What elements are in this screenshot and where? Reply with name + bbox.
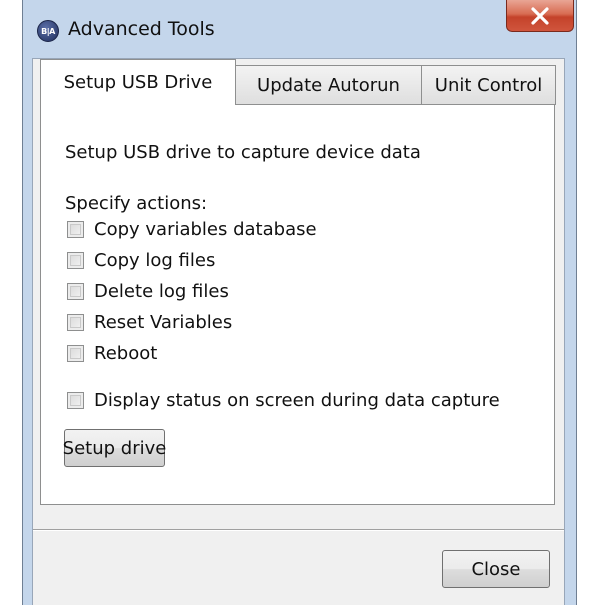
tab-label: Update Autorun xyxy=(257,75,400,96)
checkbox-box[interactable] xyxy=(67,282,84,300)
checkbox-label: Delete log files xyxy=(94,280,229,302)
checkbox-box[interactable] xyxy=(67,344,84,362)
checkbox-label: Reboot xyxy=(94,342,158,364)
checkbox-box[interactable] xyxy=(67,391,84,409)
panel-description: Setup USB drive to capture device data xyxy=(65,142,421,163)
advanced-tools-window: B|A Advanced Tools Setup USB Drive Updat… xyxy=(22,0,577,605)
close-button[interactable]: Close xyxy=(442,550,550,588)
dialog-client-area: Setup USB Drive Update Autorun Unit Cont… xyxy=(32,58,565,605)
close-icon xyxy=(531,6,549,25)
checkbox-box[interactable] xyxy=(67,313,84,331)
tab-unit-control[interactable]: Unit Control xyxy=(421,65,556,105)
checkbox-label: Copy variables database xyxy=(94,218,317,240)
checkbox-box[interactable] xyxy=(67,251,84,269)
checkbox-label: Copy log files xyxy=(94,249,216,271)
checkbox-display-status[interactable]: Display status on screen during data cap… xyxy=(67,388,500,412)
actions-heading: Specify actions: xyxy=(65,193,208,214)
tab-label: Setup USB Drive xyxy=(63,72,213,93)
checkbox-reboot[interactable]: Reboot xyxy=(67,341,157,365)
tab-setup-usb-drive[interactable]: Setup USB Drive xyxy=(40,59,236,105)
app-icon: B|A xyxy=(37,20,59,42)
setup-drive-button[interactable]: Setup drive xyxy=(63,429,166,467)
tab-update-autorun[interactable]: Update Autorun xyxy=(235,65,422,105)
checkbox-copy-log-files[interactable]: Copy log files xyxy=(67,248,215,272)
checkbox-label: Display status on screen during data cap… xyxy=(94,389,500,411)
checkbox-label: Reset Variables xyxy=(94,311,233,333)
checkbox-reset-variables[interactable]: Reset Variables xyxy=(67,310,232,334)
setup-usb-drive-panel: Setup USB drive to capture device data S… xyxy=(40,104,555,505)
checkbox-box[interactable] xyxy=(67,220,84,238)
title-bar[interactable]: B|A Advanced Tools xyxy=(23,0,576,45)
checkbox-delete-log-files[interactable]: Delete log files xyxy=(67,279,229,303)
window-title: Advanced Tools xyxy=(68,18,215,40)
tab-label: Unit Control xyxy=(434,75,543,96)
window-close-button[interactable] xyxy=(506,0,574,32)
footer-divider xyxy=(33,529,564,531)
checkbox-copy-variables-database[interactable]: Copy variables database xyxy=(67,217,317,241)
